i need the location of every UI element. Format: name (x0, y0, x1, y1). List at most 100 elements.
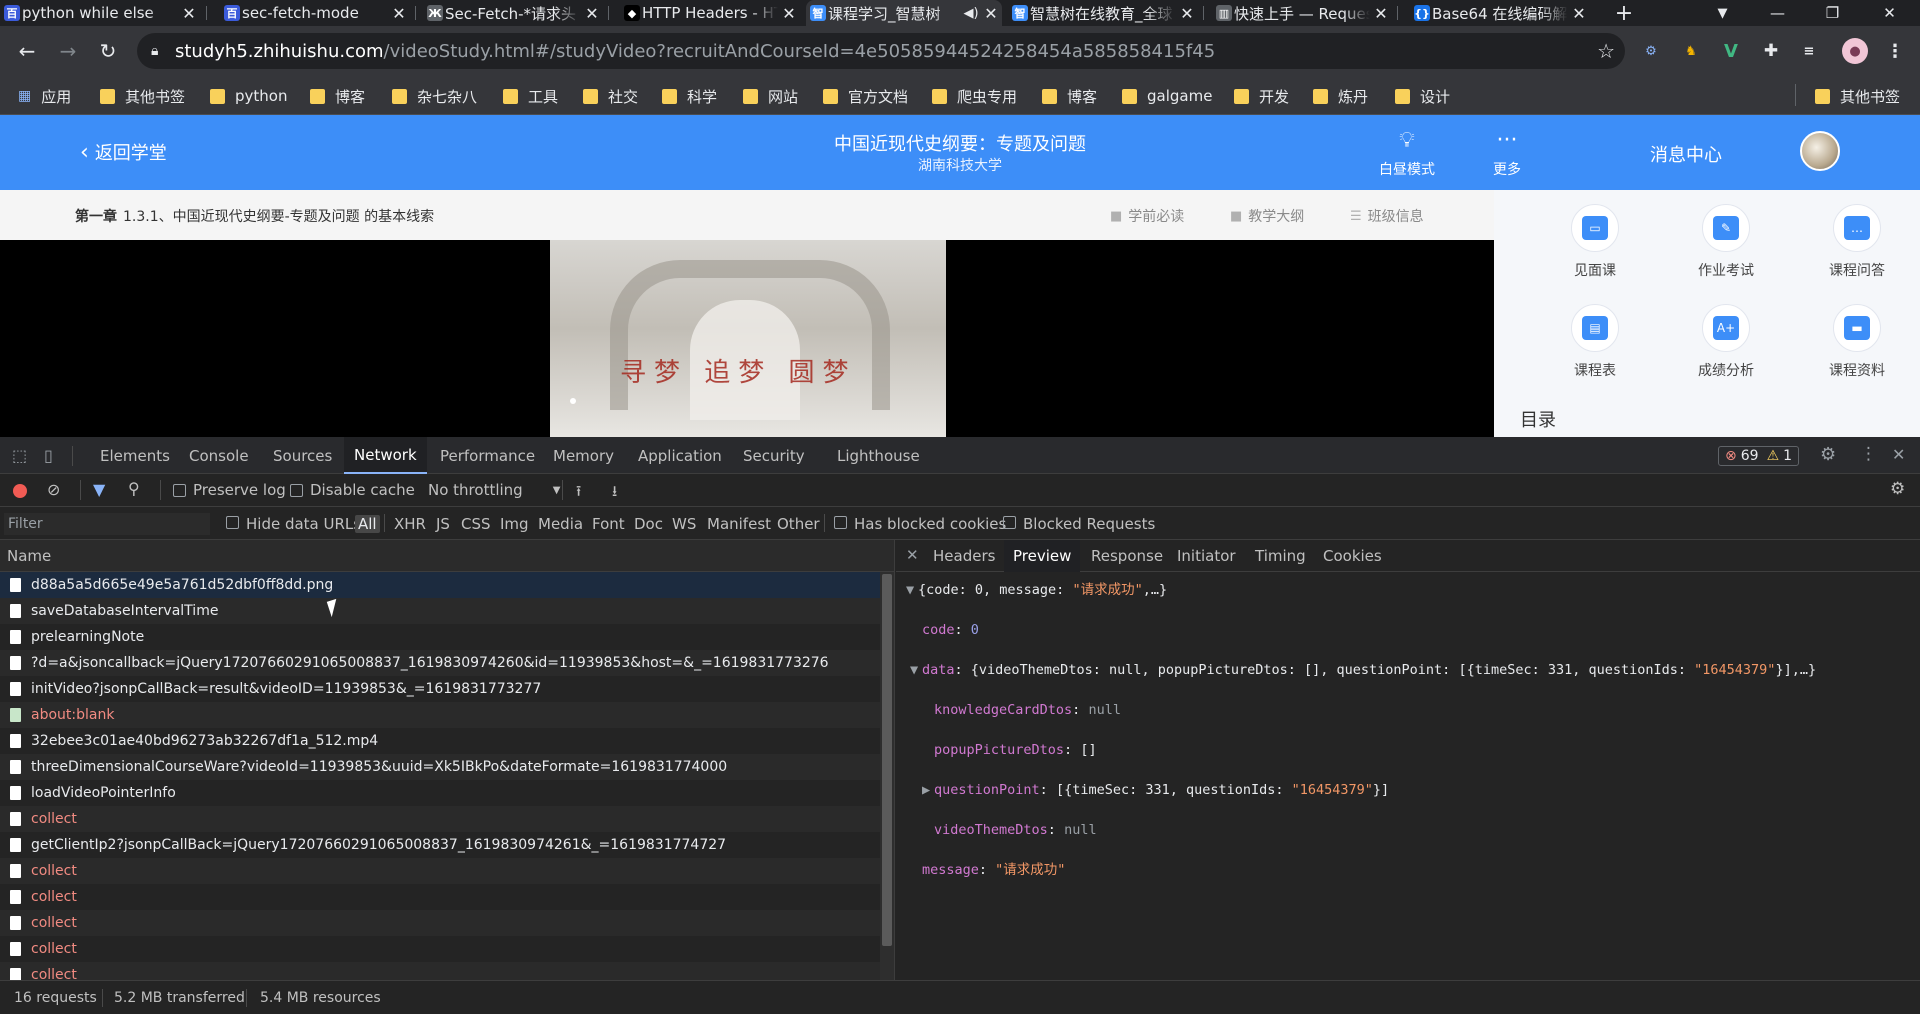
close-icon[interactable]: ✕ (980, 4, 1002, 23)
expand-triangle-icon[interactable]: ▶ (922, 780, 934, 800)
table-row[interactable]: collect (0, 806, 894, 832)
search-icon[interactable]: ⚲ (128, 479, 140, 498)
reload-icon[interactable]: ↻ (95, 38, 121, 64)
browser-tab[interactable]: 智 智慧树在线教育_全球 ✕ (1008, 0, 1198, 26)
table-row[interactable]: ?d=a&jsoncallback=jQuery1720766029106500… (0, 650, 894, 676)
forward-arrow-icon[interactable]: → (55, 38, 81, 64)
filter-input[interactable]: Filter (4, 513, 210, 535)
settings-gear-icon[interactable]: ⚙ (1820, 444, 1836, 465)
bookmark-folder[interactable]: 工具 (503, 86, 558, 106)
bookmark-folder[interactable]: 社交 (583, 86, 638, 106)
tab-sources[interactable]: Sources (263, 437, 342, 474)
close-icon[interactable]: ✕ (1370, 4, 1392, 23)
profile-avatar[interactable]: ● (1842, 38, 1868, 64)
course-qa-button[interactable]: … 课程问答 (1817, 204, 1897, 280)
address-bar[interactable]: 🔒︎ studyh5.zhihuishu.com/videoStudy.html… (137, 33, 1625, 69)
bookmark-other[interactable]: 其他书签 (1815, 86, 1900, 106)
filter-type-media[interactable]: Media (538, 515, 583, 533)
preserve-log-checkbox[interactable]: Preserve log (173, 481, 286, 499)
inspect-element-icon[interactable]: ⬚ (12, 446, 27, 465)
filter-type-ws[interactable]: WS (672, 515, 696, 533)
table-row[interactable]: collect (0, 858, 894, 884)
syllabus-link[interactable]: ■ 教学大纲 (1230, 206, 1304, 226)
filter-type-css[interactable]: CSS (461, 515, 491, 533)
table-row[interactable]: d88a5a5d665e49e5a761d52dbf0ff8dd.png (0, 572, 894, 598)
table-row[interactable]: prelearningNote (0, 624, 894, 650)
vue-devtools-icon[interactable]: V (1720, 40, 1742, 62)
browser-tab[interactable]: ◆ HTTP Headers - HTTP ✕ (620, 0, 800, 26)
blocked-requests-checkbox[interactable]: Blocked Requests (1003, 515, 1155, 533)
close-devtools-icon[interactable]: ✕ (1892, 445, 1905, 464)
browser-tab-active[interactable]: 智 课程学习_智慧树 ◀) ✕ (806, 0, 1002, 26)
browser-tab[interactable]: Ж Sec-Fetch-*请求头 ✕ (423, 0, 603, 26)
disable-cache-checkbox[interactable]: Disable cache (290, 481, 415, 499)
filter-type-font[interactable]: Font (592, 515, 625, 533)
bookmark-star-icon[interactable]: ☆ (1597, 39, 1615, 63)
avatar[interactable] (1800, 131, 1840, 171)
menu-dots-icon[interactable]: ⋮ (1860, 444, 1877, 464)
course-materials-button[interactable]: ▬ 课程资料 (1817, 304, 1897, 380)
class-info-link[interactable]: ☰ 班级信息 (1350, 206, 1424, 226)
table-row[interactable]: saveDatabaseIntervalTime (0, 598, 894, 624)
back-arrow-icon[interactable]: ← (14, 38, 40, 64)
clear-icon[interactable]: ⊘ (47, 480, 60, 499)
bookmark-folder[interactable]: 科学 (662, 86, 717, 106)
tab-cookies[interactable]: Cookies (1314, 540, 1391, 572)
filter-icon[interactable]: ▼ (93, 480, 105, 499)
tab-initiator[interactable]: Initiator (1168, 540, 1245, 572)
bookmark-folder[interactable]: galgame (1122, 86, 1212, 106)
network-settings-gear-icon[interactable]: ⚙ (1890, 479, 1905, 499)
table-row[interactable]: collect (0, 884, 894, 910)
filter-type-other[interactable]: Other (777, 515, 820, 533)
timetable-button[interactable]: ▤ 课程表 (1555, 304, 1635, 380)
filter-type-js[interactable]: JS (436, 515, 450, 533)
close-icon[interactable]: ✕ (1176, 4, 1198, 23)
browser-tab[interactable]: ▥ 快速上手 — Requests ✕ (1212, 0, 1392, 26)
table-row[interactable]: 32ebee3c01ae40bd96273ab32267df1a_512.mp4 (0, 728, 894, 754)
bookmark-folder[interactable]: 官方文档 (823, 86, 908, 106)
new-tab-button[interactable]: + (1598, 0, 1650, 26)
table-row[interactable]: collect (0, 936, 894, 962)
more-button[interactable]: ··· 更多 (1472, 129, 1542, 179)
bookmark-folder[interactable]: 博客 (1042, 86, 1097, 106)
bookmark-folder[interactable]: 炼丹 (1313, 86, 1368, 106)
tab-security[interactable]: Security (733, 437, 815, 474)
extension-icon[interactable]: ♞ (1680, 40, 1702, 62)
tab-lighthouse[interactable]: Lighthouse (827, 437, 930, 474)
tab-elements[interactable]: Elements (90, 437, 180, 474)
message-center-link[interactable]: 消息中心 (1650, 141, 1722, 167)
back-to-school-link[interactable]: ‹ 返回学堂 (80, 139, 167, 165)
close-icon[interactable]: ✕ (1568, 4, 1590, 23)
table-row[interactable]: threeDimensionalCourseWare?videoId=11939… (0, 754, 894, 780)
filter-type-manifest[interactable]: Manifest (707, 515, 771, 533)
video-player[interactable]: 寻梦 追梦 圆梦 (0, 240, 1494, 437)
tab-console[interactable]: Console (179, 437, 259, 474)
close-icon[interactable]: ✕ (906, 546, 919, 564)
has-blocked-cookies-checkbox[interactable]: Has blocked cookies (834, 515, 1006, 533)
filter-type-all[interactable]: All (355, 515, 380, 533)
bookmark-folder[interactable]: 开发 (1234, 86, 1289, 106)
tab-network[interactable]: Network (344, 437, 427, 474)
json-line[interactable]: ▶ questionPoint: [{timeSec: 331, question… (906, 780, 1816, 800)
hide-data-urls-checkbox[interactable]: Hide data URLs (226, 515, 361, 533)
restore-icon[interactable]: ❐ (1805, 0, 1860, 26)
pre-study-link[interactable]: ■ 学前必读 (1110, 206, 1184, 226)
table-row[interactable]: collect (0, 910, 894, 936)
lock-icon[interactable]: 🔒︎ (151, 43, 158, 59)
menu-dots-icon[interactable]: ⋮ (1884, 40, 1906, 62)
day-mode-button[interactable]: 💡︎ 白昼模式 (1372, 129, 1442, 179)
table-row[interactable]: initVideo?jsonpCallBack=result&videoID=1… (0, 676, 894, 702)
bookmark-folder[interactable]: 设计 (1395, 86, 1450, 106)
record-icon[interactable] (13, 484, 27, 498)
bookmark-folder[interactable]: 博客 (310, 86, 365, 106)
media-control-icon[interactable]: ≡ (1798, 40, 1820, 62)
json-root-line[interactable]: ▼ {code: 0, message: "请求成功",…} (906, 580, 1816, 600)
collapse-triangle-icon[interactable]: ▼ (910, 660, 922, 680)
browser-tab[interactable]: {} Base64 在线编码解码 ✕ (1410, 0, 1590, 26)
import-har-icon[interactable]: ⭱ (576, 481, 581, 506)
extension-icon[interactable]: ⚙ (1640, 40, 1662, 62)
bookmark-folder[interactable]: 杂七杂八 (392, 86, 477, 106)
scrollbar[interactable] (880, 572, 894, 980)
filter-type-img[interactable]: Img (500, 515, 529, 533)
device-toolbar-icon[interactable]: ▯ (44, 446, 53, 465)
